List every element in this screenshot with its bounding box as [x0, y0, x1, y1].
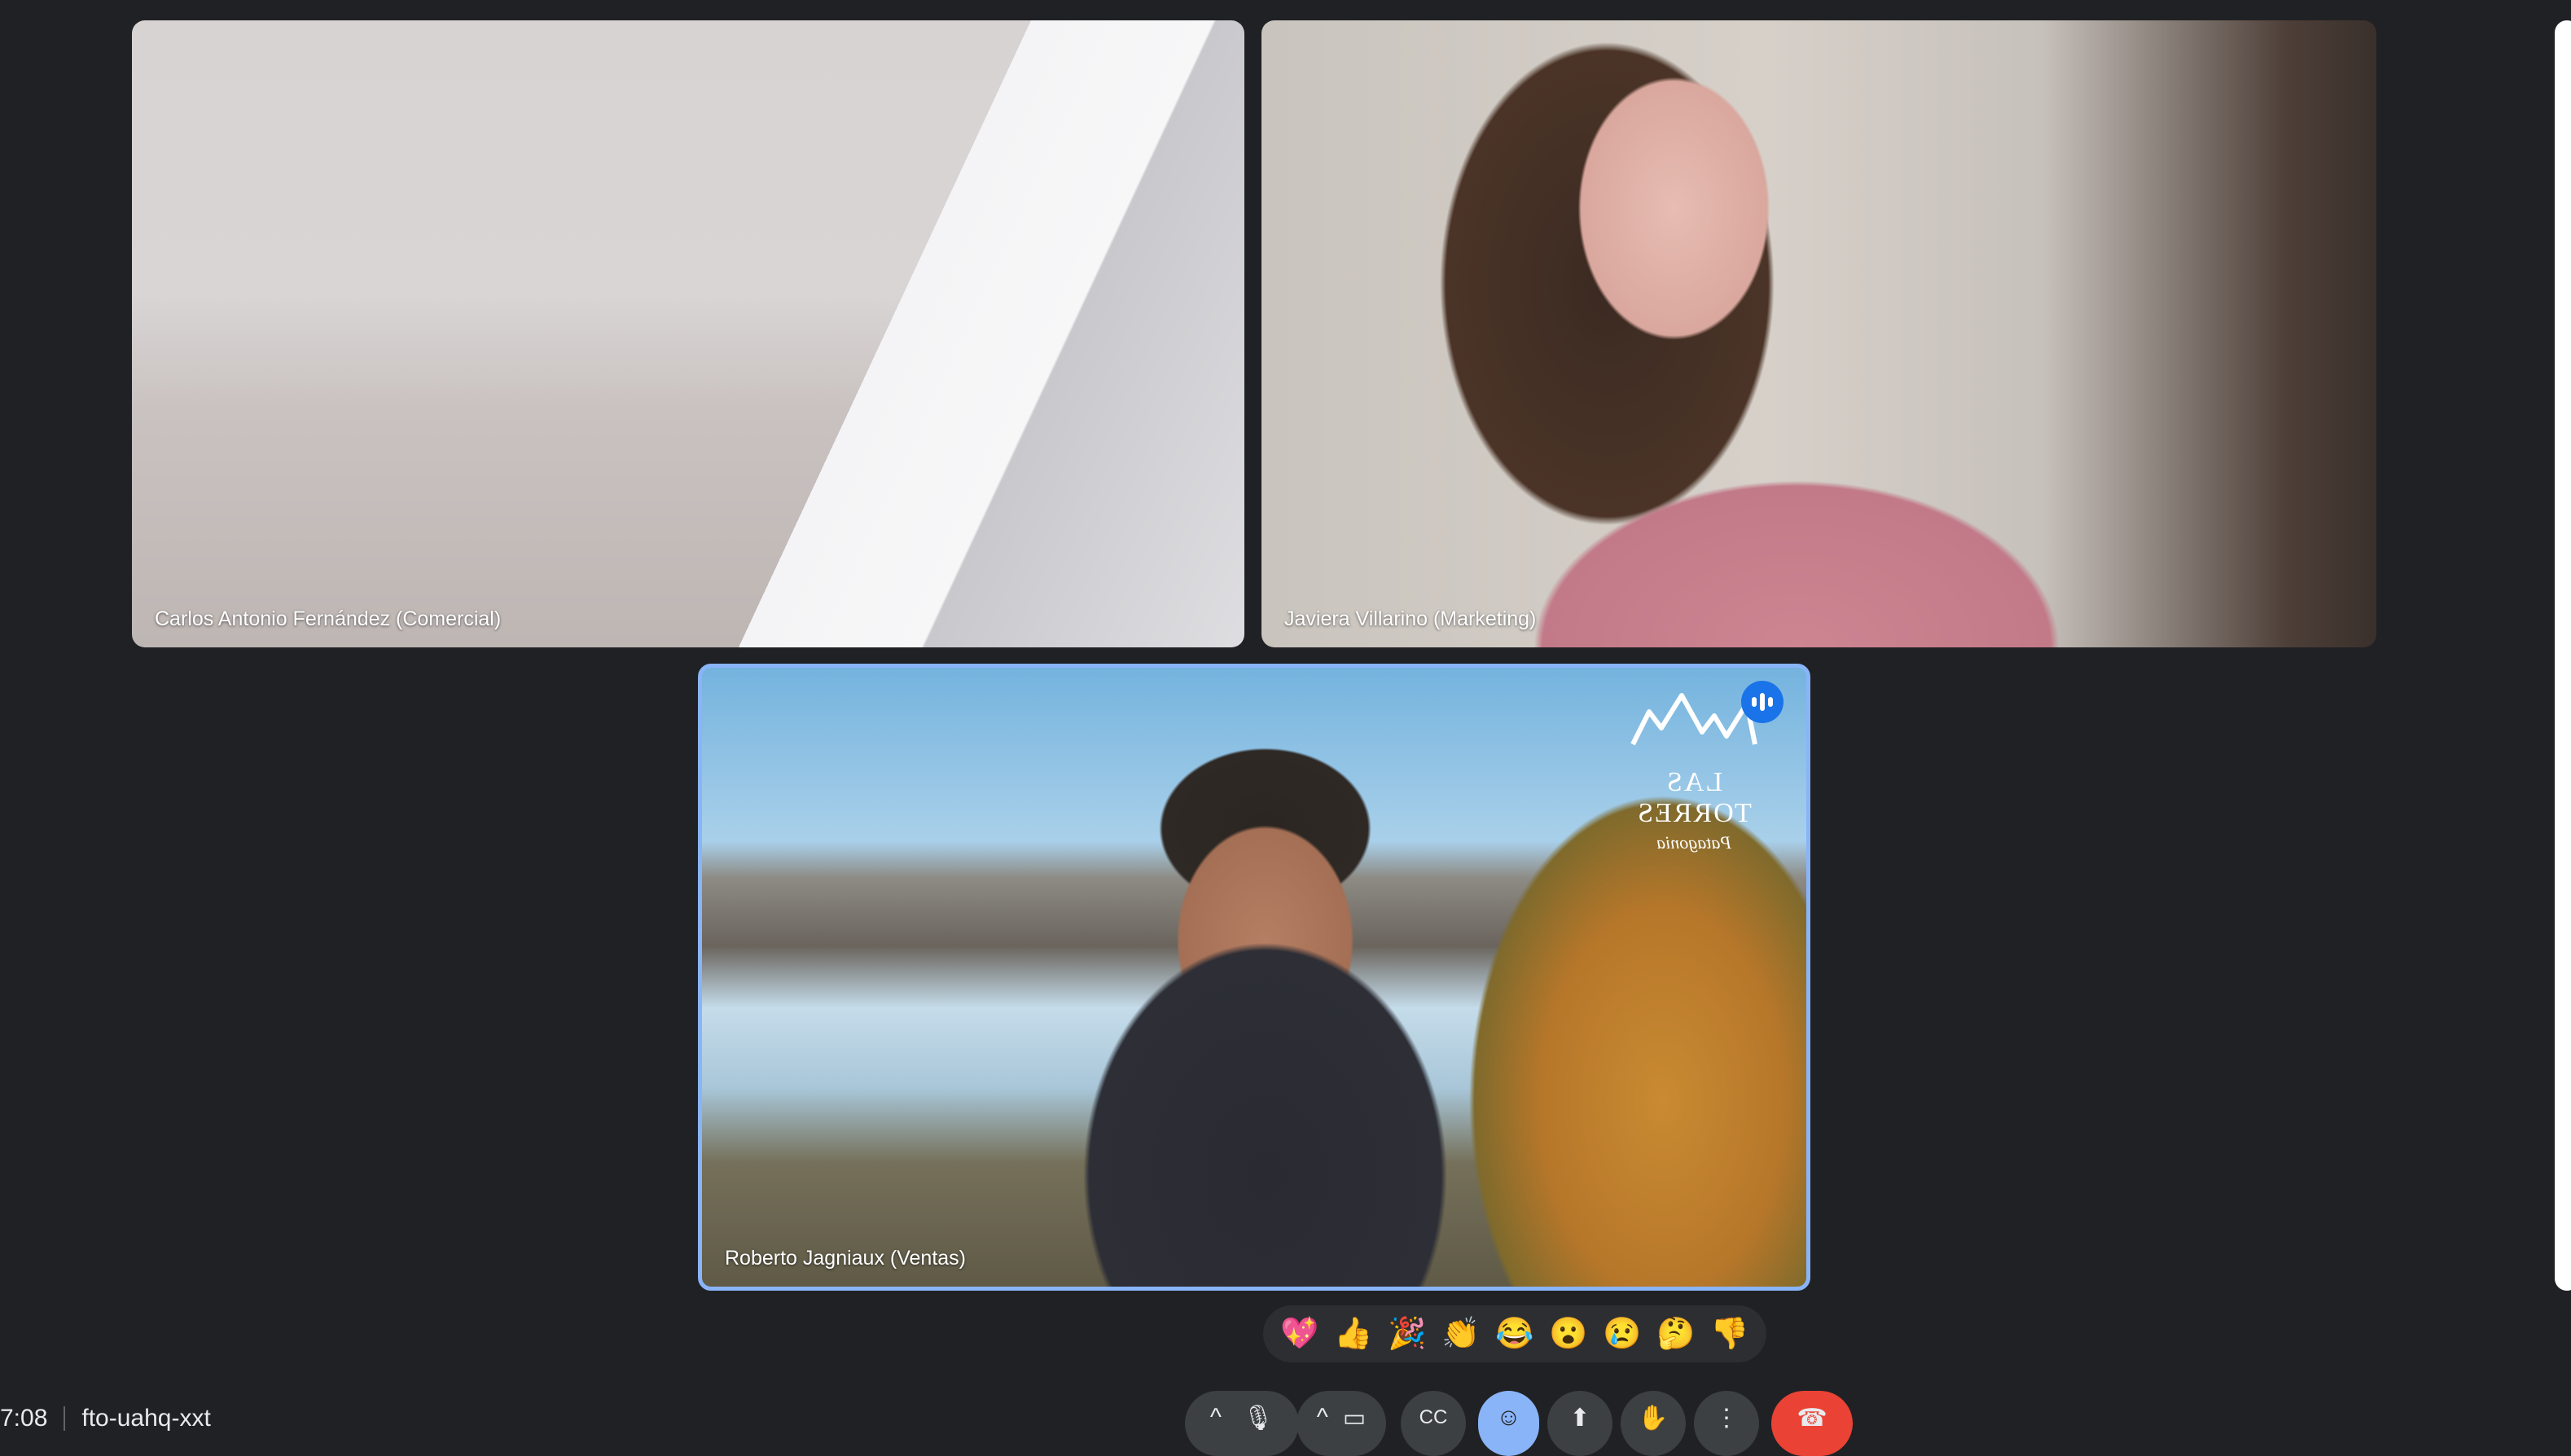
reaction-thumbs-up[interactable]: 👍: [1334, 1318, 1372, 1349]
reaction-surprised[interactable]: 😮: [1549, 1318, 1587, 1349]
more-vert-icon: ⋮: [1714, 1404, 1739, 1432]
phone-hangup-icon: ☎: [1797, 1404, 1827, 1432]
more-options-button[interactable]: ⋮: [1694, 1391, 1759, 1456]
emoji-icon: ☺: [1496, 1404, 1521, 1431]
reaction-party[interactable]: 🎉: [1388, 1318, 1426, 1349]
present-screen-icon: ⬆: [1569, 1404, 1590, 1432]
meeting-info: 7:08 fto-uahq-xxt: [0, 1405, 211, 1432]
reaction-clap[interactable]: 👏: [1441, 1318, 1480, 1349]
leave-call-button[interactable]: ☎: [1771, 1391, 1853, 1456]
reactions-bar: 💖 👍 🎉 👏 😂 😮 😢 🤔 👎: [1263, 1305, 1766, 1362]
reaction-heart[interactable]: 💖: [1280, 1318, 1318, 1349]
captions-icon: CC: [1419, 1406, 1448, 1428]
camera-icon[interactable]: ▭: [1343, 1404, 1366, 1432]
present-button[interactable]: ⬆: [1547, 1391, 1612, 1456]
reaction-thinking[interactable]: 🤔: [1656, 1318, 1695, 1349]
hand-icon: ✋: [1638, 1404, 1669, 1432]
meeting-code: fto-uahq-xxt: [81, 1405, 211, 1432]
participant-name: Javiera Villarino (Marketing): [1284, 607, 1537, 630]
mic-control-group: ^ 🎙: [1185, 1391, 1299, 1456]
reaction-thumbs-down[interactable]: 👎: [1710, 1318, 1748, 1349]
participant-tile-carlos[interactable]: Carlos Antonio Fernández (Comercial): [132, 20, 1244, 647]
participant-name: Roberto Jagniaux (Ventas): [725, 1247, 967, 1270]
participant-tile-javiera[interactable]: Javiera Villarino (Marketing): [1261, 20, 2376, 647]
chevron-up-icon[interactable]: ^: [1317, 1404, 1328, 1432]
speaking-indicator-icon: [1741, 681, 1783, 723]
chevron-up-icon[interactable]: ^: [1210, 1404, 1222, 1432]
raise-hand-button[interactable]: ✋: [1621, 1391, 1686, 1456]
logo-title: LAS TORRES: [1636, 767, 1752, 828]
reaction-laugh[interactable]: 😂: [1495, 1318, 1533, 1349]
logo-subtitle: Patagonia: [1656, 832, 1731, 853]
meeting-time: 7:08: [0, 1405, 48, 1432]
participant-name: Carlos Antonio Fernández (Comercial): [155, 607, 502, 630]
side-panel-edge: [2555, 20, 2571, 1291]
microphone-icon[interactable]: 🎙: [1243, 1404, 1274, 1432]
camera-control-group: ^ ▭: [1296, 1391, 1386, 1456]
captions-button[interactable]: CC: [1401, 1391, 1466, 1456]
reaction-sad[interactable]: 😢: [1603, 1318, 1641, 1349]
reactions-button[interactable]: ☺: [1478, 1391, 1539, 1456]
participant-tile-roberto-active-speaker[interactable]: LAS TORRES Patagonia Roberto Jagniaux (V…: [698, 664, 1810, 1291]
divider: [64, 1406, 66, 1431]
